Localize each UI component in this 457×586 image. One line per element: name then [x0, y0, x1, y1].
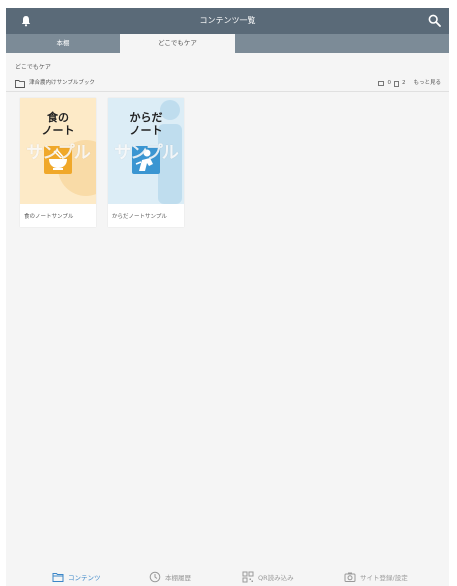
tab-dokodemo-care[interactable]: どこでもケア: [120, 34, 235, 53]
book-name: 津合農内けサンプルブック: [29, 80, 95, 86]
thumb-title-line1: からだ: [129, 111, 163, 124]
content-card[interactable]: からだ ノート サンプル からだノートサンプル: [108, 98, 184, 227]
card-label: からだノートサンプル: [112, 214, 167, 220]
nav-history-label: 本棚履歴: [165, 574, 191, 582]
tab-bookshelf[interactable]: 本棚: [6, 34, 120, 53]
app-frame: コンテンツ一覧 本棚 どこでもケア どこでもケア 津合農内けサンプルブック 0 …: [6, 8, 449, 586]
qr-code-icon: [242, 571, 254, 583]
folder-count-icon: [378, 81, 385, 86]
book-stats: 0 2 もっと見る: [378, 79, 441, 88]
nav-qr[interactable]: QR読み込み: [242, 571, 294, 583]
nav-settings-label: サイト登録/設定: [360, 574, 408, 582]
nav-content-label: コンテンツ: [68, 574, 101, 582]
document-count-icon: [393, 80, 399, 87]
thumb-title-line1: 食の: [47, 111, 69, 124]
document-count: 2: [401, 80, 406, 86]
folder-count: 0: [387, 80, 391, 86]
nav-settings[interactable]: サイト登録/設定: [344, 571, 408, 583]
top-header: コンテンツ一覧: [6, 8, 449, 34]
thumb-title-line2: ノート: [129, 124, 163, 137]
content-icon: [52, 573, 64, 582]
settings-camera-icon: [344, 572, 356, 582]
tab-bar: 本棚 どこでもケア: [6, 34, 449, 53]
search-icon[interactable]: [428, 14, 441, 27]
folder-icon: [15, 80, 25, 88]
history-clock-icon: [149, 571, 161, 583]
content-card[interactable]: 食の ノート サンプル 食のノートサンプル: [20, 98, 96, 227]
nav-qr-label: QR読み込み: [258, 574, 294, 582]
nav-content[interactable]: コンテンツ: [52, 571, 101, 583]
nav-history[interactable]: 本棚履歴: [149, 571, 191, 583]
card-label: 食のノートサンプル: [24, 214, 74, 220]
card-thumbnail: からだ ノート サンプル: [108, 98, 184, 204]
card-thumbnail: 食の ノート サンプル: [20, 98, 96, 204]
thumb-title-line2: ノート: [41, 124, 75, 137]
breadcrumb: どこでもケア: [15, 64, 51, 71]
more-link[interactable]: もっと見る: [413, 79, 441, 88]
book-row[interactable]: 津合農内けサンプルブック 0 2 もっと見る: [6, 78, 449, 92]
page-title: コンテンツ一覧: [199, 16, 256, 25]
sample-watermark: サンプル: [26, 143, 91, 163]
bottom-nav: コンテンツ 本棚履歴 QR読み込み サイト登録/設定: [6, 568, 449, 586]
sample-watermark: サンプル: [114, 143, 179, 163]
